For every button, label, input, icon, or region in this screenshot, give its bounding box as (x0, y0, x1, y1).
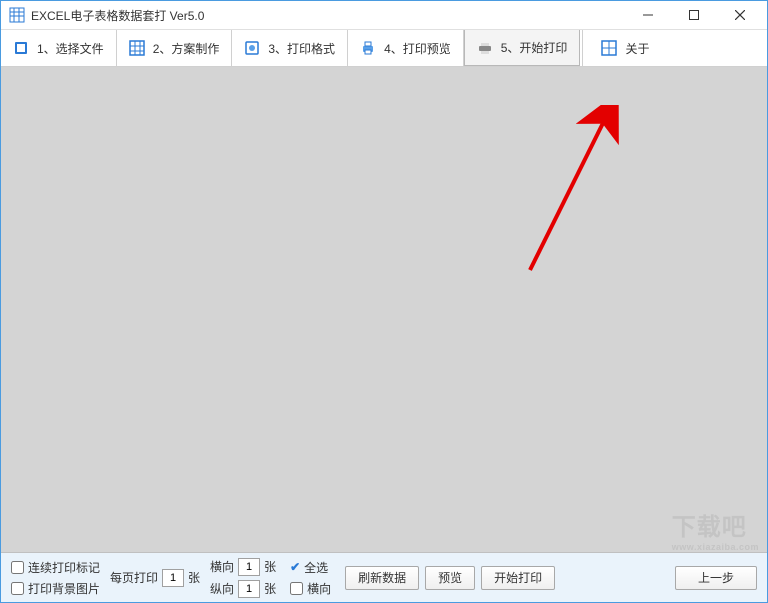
start-print-button[interactable]: 开始打印 (481, 566, 555, 590)
vertical-input[interactable] (238, 580, 260, 598)
preview-button[interactable]: 预览 (425, 566, 475, 590)
tab-start-print[interactable]: 5、开始打印 (464, 30, 581, 66)
format-icon (244, 40, 260, 56)
horizontal-label: 横向 (210, 558, 234, 575)
vertical-label: 纵向 (210, 580, 234, 597)
continuous-print-label: 连续打印标记 (28, 559, 100, 576)
refresh-data-button[interactable]: 刷新数据 (345, 566, 419, 590)
vertical-suffix: 张 (264, 580, 276, 597)
tab-label: 5、开始打印 (501, 39, 568, 56)
tab-about[interactable]: 关于 (582, 30, 667, 66)
tab-scheme-make[interactable]: 2、方案制作 (117, 30, 233, 66)
per-page-input[interactable] (162, 569, 184, 587)
grid-icon (129, 40, 145, 56)
continuous-print-input[interactable] (11, 561, 24, 574)
about-icon (601, 40, 617, 56)
close-button[interactable] (717, 1, 763, 29)
file-icon (13, 40, 29, 56)
print-bg-label: 打印背景图片 (28, 580, 100, 597)
per-page-label: 每页打印 (110, 569, 158, 586)
tab-label: 3、打印格式 (268, 40, 335, 57)
minimize-button[interactable] (625, 1, 671, 29)
horizontal-suffix: 张 (264, 558, 276, 575)
tab-select-file[interactable]: 1、选择文件 (1, 30, 117, 66)
maximize-button[interactable] (671, 1, 717, 29)
bottom-bar: 连续打印标记 打印背景图片 每页打印 张 横向 张 纵向 张 (1, 552, 767, 602)
per-page-suffix: 张 (188, 569, 200, 586)
annotation-arrow (520, 105, 630, 275)
main-content-area (1, 67, 767, 552)
landscape-checkbox[interactable]: 横向 (290, 580, 331, 597)
check-icon: ✔ (290, 560, 300, 574)
tab-label: 1、选择文件 (37, 40, 104, 57)
landscape-label: 横向 (307, 580, 331, 597)
continuous-print-checkbox[interactable]: 连续打印标记 (11, 559, 100, 576)
tab-label: 关于 (625, 40, 649, 57)
printer-icon (360, 40, 376, 56)
tab-print-format[interactable]: 3、打印格式 (232, 30, 348, 66)
tab-label: 2、方案制作 (153, 40, 220, 57)
print-bg-input[interactable] (11, 582, 24, 595)
print-icon (477, 40, 493, 56)
toolbar: 1、选择文件 2、方案制作 3、打印格式 4、打印预览 5、开始打印 关于 (1, 30, 767, 67)
app-icon (9, 7, 25, 23)
tab-print-preview[interactable]: 4、打印预览 (348, 30, 464, 66)
select-all-label[interactable]: 全选 (304, 559, 328, 576)
print-bg-checkbox[interactable]: 打印背景图片 (11, 580, 100, 597)
window-title: EXCEL电子表格数据套打 Ver5.0 (31, 7, 625, 24)
tab-label: 4、打印预览 (384, 40, 451, 57)
horizontal-input[interactable] (238, 558, 260, 576)
prev-step-button[interactable]: 上一步 (675, 566, 757, 590)
landscape-input[interactable] (290, 582, 303, 595)
